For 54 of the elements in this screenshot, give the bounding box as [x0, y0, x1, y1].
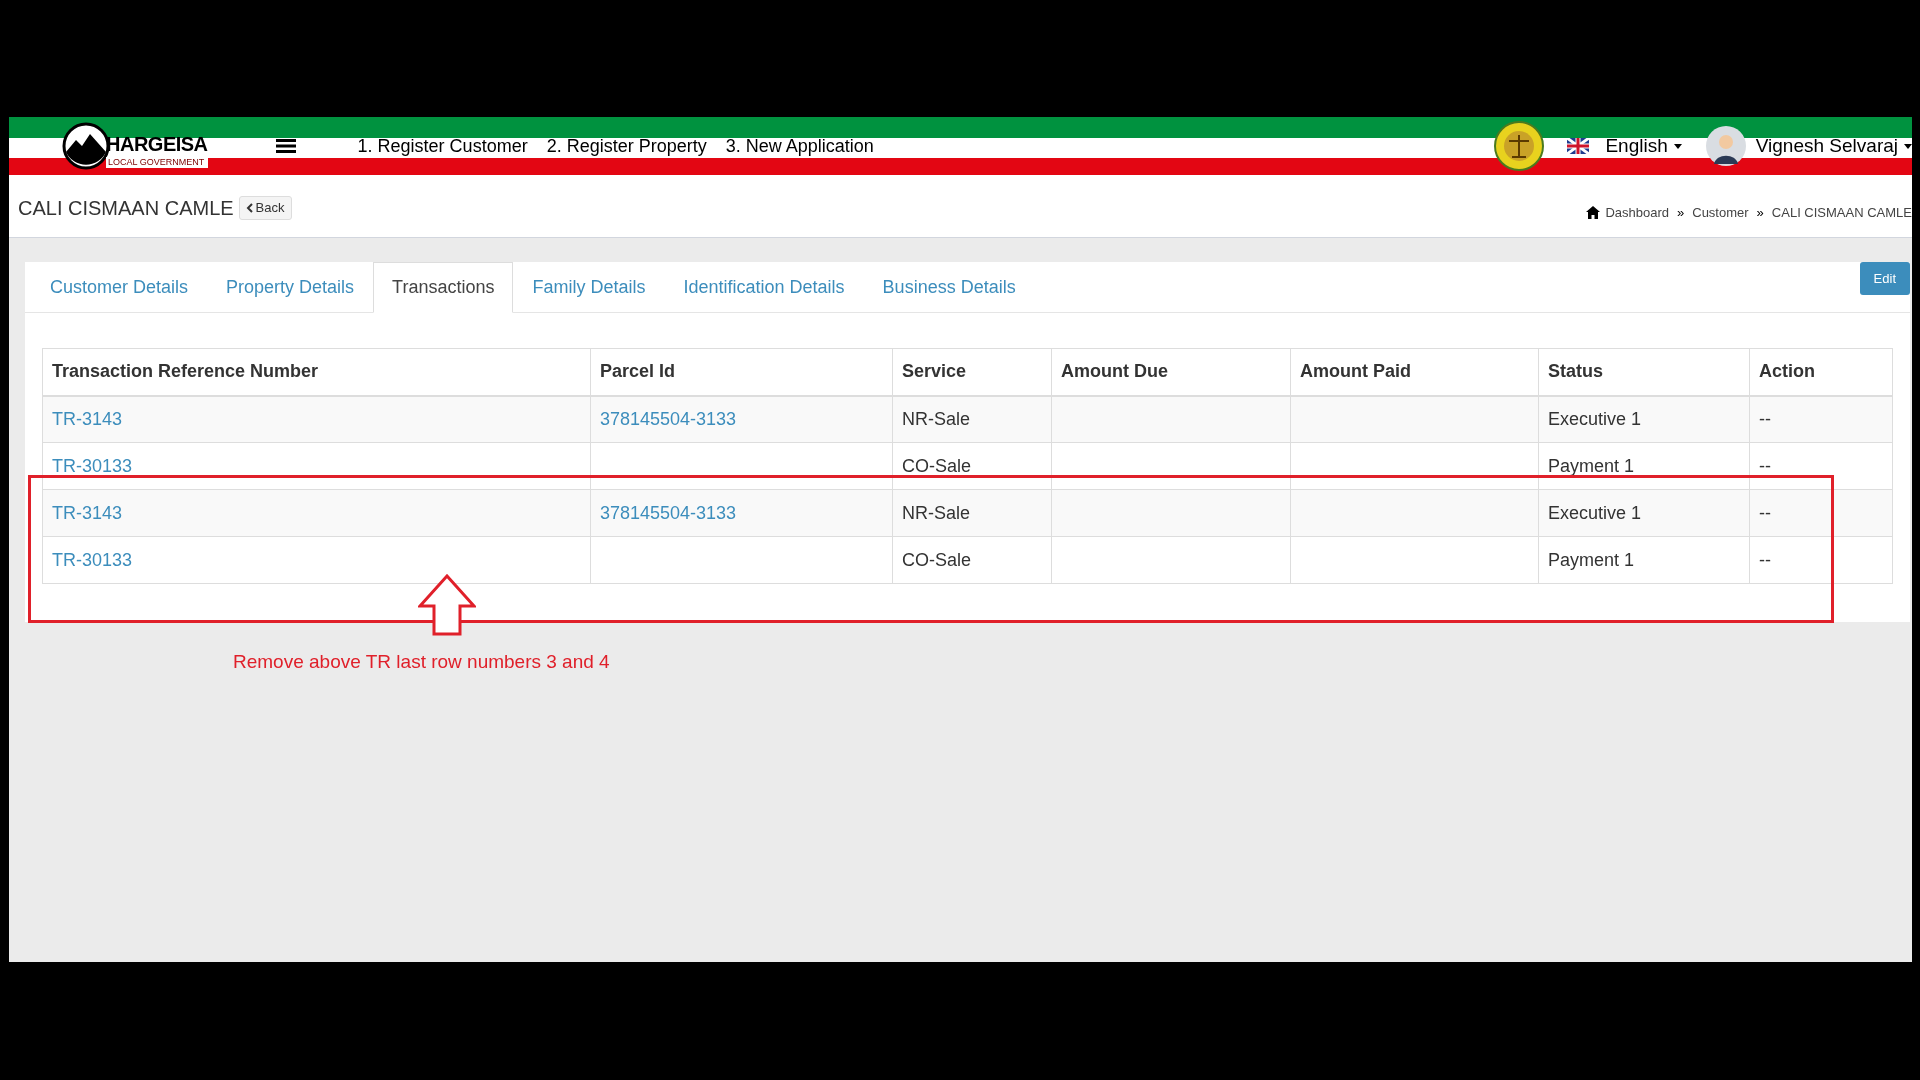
breadcrumb-separator: »: [1756, 204, 1764, 222]
table-cell: CO-Sale: [892, 442, 1052, 490]
caret-icon: [1673, 143, 1682, 149]
table-cell: --: [1749, 442, 1893, 490]
tab[interactable]: Family Details: [513, 262, 665, 312]
back-button[interactable]: Back: [238, 196, 292, 220]
table-cell: Payment 1: [1538, 442, 1750, 490]
menu-icon[interactable]: [275, 138, 296, 154]
transaction-link[interactable]: TR-30133: [52, 549, 133, 570]
breadcrumb-link[interactable]: Customer: [1692, 203, 1749, 223]
breadcrumb-separator: »: [1677, 204, 1685, 222]
column-header: Amount Due: [1051, 348, 1291, 396]
chevron-left-icon: [245, 203, 253, 213]
tab[interactable]: Transactions: [373, 262, 514, 313]
tab[interactable]: Identification Details: [664, 262, 864, 312]
column-header: Status: [1538, 348, 1750, 396]
column-header: Parcel Id: [590, 348, 893, 396]
nav-link[interactable]: 2. Register Property: [546, 132, 707, 160]
table-cell: CO-Sale: [892, 536, 1052, 584]
table-cell: --: [1749, 536, 1893, 584]
home-icon: [1586, 206, 1601, 220]
logo-subtitle: LOCAL GOVERNMENT: [106, 157, 208, 168]
caret-icon: [1904, 143, 1912, 149]
column-header: Service: [892, 348, 1052, 396]
transaction-link[interactable]: TR-3143: [52, 502, 123, 523]
table-cell: Executive 1: [1538, 489, 1750, 537]
table-cell: NR-Sale: [892, 395, 1052, 443]
table-cell: Executive 1: [1538, 395, 1750, 443]
edit-button[interactable]: Edit: [1859, 262, 1910, 295]
transaction-link[interactable]: 378145504-3133: [600, 408, 737, 429]
tab[interactable]: Property Details: [207, 262, 374, 312]
breadcrumb-link[interactable]: Dashboard: [1605, 203, 1669, 223]
tab[interactable]: Customer Details: [31, 262, 208, 312]
flag-icon: [1567, 138, 1590, 154]
nav-link[interactable]: 1. Register Customer: [357, 132, 528, 160]
table-cell: Payment 1: [1538, 536, 1750, 584]
avatar-icon: [1705, 126, 1746, 166]
column-header: Action: [1749, 348, 1893, 396]
page-title: CALI CISMAAN CAMLE: [18, 196, 234, 221]
column-header: Transaction Reference Number: [42, 348, 591, 396]
annotation-text: Remove above TR last row numbers 3 and 4: [233, 650, 610, 674]
language-dropdown[interactable]: English: [1605, 131, 1682, 161]
transaction-link[interactable]: TR-3143: [52, 408, 123, 429]
user-dropdown[interactable]: Vignesh Selvaraj: [1755, 131, 1912, 161]
table-cell: NR-Sale: [892, 489, 1052, 537]
tab[interactable]: Business Details: [863, 262, 1035, 312]
transaction-link[interactable]: 378145504-3133: [600, 502, 737, 523]
transaction-link[interactable]: TR-30133: [52, 455, 133, 476]
table-cell: --: [1749, 395, 1893, 443]
column-header: Amount Paid: [1290, 348, 1539, 396]
table-cell: --: [1749, 489, 1893, 537]
breadcrumb-link[interactable]: CALI CISMAAN CAMLE: [1771, 203, 1912, 223]
nav-link[interactable]: 3. New Application: [725, 132, 874, 160]
emblem-icon: [1494, 121, 1545, 171]
